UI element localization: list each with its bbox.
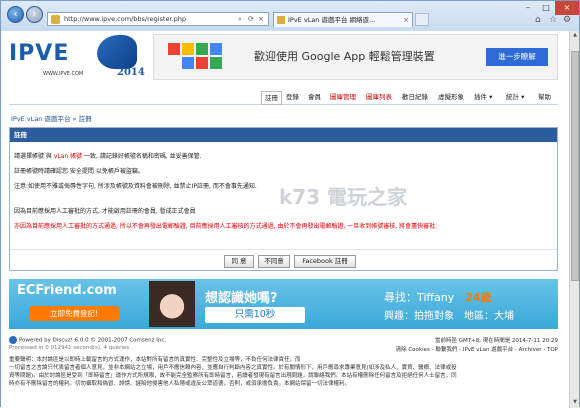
menu-plugins[interactable]: 插件 ▾	[471, 91, 495, 103]
menu-avatar[interactable]: 虛擬形象	[435, 91, 467, 103]
address-bar[interactable]: http://www.ipve.com/bbs/register.php ⌕ ⟳…	[47, 12, 269, 26]
ad-question: 想認識她嗎?	[205, 291, 278, 306]
banner-text: 歡迎使用 Google App 輕鬆管理裝置	[254, 50, 435, 63]
powered-by[interactable]: Powered by Discuz! 6.0.0 © 2001-2007 Com…	[9, 336, 166, 344]
google-ad-banner[interactable]: 歡迎使用 Google App 輕鬆管理裝置 進一步瞭解	[153, 34, 558, 80]
url-text: http://www.ipve.com/bbs/register.php	[64, 15, 186, 23]
free-register-button[interactable]: 立即免費登記!	[29, 306, 119, 321]
ecfriend-logo: ECFriend.com	[17, 283, 117, 298]
google-app-icon	[210, 57, 222, 69]
horse-logo-icon	[97, 35, 137, 69]
close-window-icon[interactable]: ×	[555, 1, 579, 15]
browser-tab[interactable]: IPvE vLan 遊戲平台 網絡遊... ×	[273, 12, 413, 27]
back-arrow-icon[interactable]: ‹	[7, 6, 24, 23]
menu-daily-log[interactable]: 歡日紀錄	[399, 91, 431, 103]
timezone-info: 當前時區 GMT+8, 現在時間是 2014-7-11 20:29	[434, 338, 558, 344]
close-icon[interactable]: ×	[258, 15, 264, 24]
tab-title: IPvE vLan 遊戲平台 網絡遊...	[288, 16, 376, 24]
menu-help[interactable]: 幫助	[535, 91, 554, 103]
notice-line-5: 亦因為目前應採用人工審批的方式通過, 所以不會再發出電郵驗證, 目前應採用人工審…	[14, 223, 437, 230]
ad-tags: 興趣：拍拖對象 地區：大埔	[384, 311, 514, 322]
google-app-icon	[182, 57, 194, 69]
google-app-icon	[168, 43, 180, 55]
logo-text: IPVE	[9, 41, 70, 66]
tab-favicon	[277, 16, 285, 24]
breadcrumb[interactable]: IPvE vLan 遊戲平台 » 註冊	[11, 113, 92, 123]
scroll-thumb[interactable]	[571, 51, 579, 281]
main-menu: 註冊 登錄 會員 圖庫管理 圖庫列表 歡日紀錄 虛擬形象 插件 ▾ 統計 ▾ 幫…	[9, 88, 558, 105]
menu-login[interactable]: 登錄	[283, 91, 302, 103]
new-tab-button[interactable]	[415, 13, 429, 26]
notice-line-3: 注意:如使用不雅或侮辱性字句, 所涉及帳號及資料會被刪除, 並禁止IP註冊, 而…	[14, 183, 257, 190]
browser-window: ‹ › http://www.ipve.com/bbs/register.php…	[0, 0, 580, 408]
menu-register[interactable]: 註冊	[261, 91, 282, 105]
ecfriend-ad[interactable]: ECFriend.com 立即免費登記! 想認識她嗎? 只需10秒 尋找：Tif…	[9, 279, 558, 329]
search-icon[interactable]: ⌕	[238, 15, 242, 24]
google-app-icon	[182, 43, 194, 55]
menu-gallery-manage[interactable]: 圖庫管理	[327, 91, 359, 103]
register-buttons: 同 意 不同意 Facebook 註冊	[10, 249, 557, 272]
agree-button[interactable]: 同 意	[224, 255, 254, 268]
ad-find: 尋找：Tiffany 24歲	[384, 291, 492, 304]
vertical-scrollbar[interactable]: ▲ ▼	[569, 31, 579, 408]
disclaimer-line: 時亦有不刪除留言的權利。切勿攝取和偽冒、誹謗、誣陷他侵害他人私隱或違反公眾道德，…	[9, 381, 351, 387]
learn-more-button[interactable]: 進一步瞭解	[486, 48, 548, 66]
maximize-icon[interactable]: □	[537, 1, 555, 15]
page-content: IPVE WWW.IPVE.COM 2014 歡迎使用 Google App 輕…	[1, 31, 569, 408]
notice-line-1: 請選擇帳號 與 vLan 帳號 一致, 請記錄好帳號名稱和密碼, 並妥善保管.	[14, 153, 202, 160]
menu-gallery-list[interactable]: 圖庫列表	[363, 91, 395, 103]
profile-photo	[149, 281, 195, 327]
processed-info: Processed in 0.012941 second(s), 4 queri…	[9, 345, 131, 351]
footer-links[interactable]: 清除 Cookies - 聯繫我們 - IPvE vLan 遊戲平台 - Arc…	[396, 345, 558, 353]
browser-toolbar: ‹ › http://www.ipve.com/bbs/register.php…	[1, 1, 579, 31]
site-favicon	[51, 15, 60, 24]
facebook-register-button[interactable]: Facebook 註冊	[294, 255, 356, 268]
ad-time: 只需10秒	[205, 307, 305, 323]
logo-url: WWW.IPVE.COM	[43, 71, 84, 77]
disclaimer-line: 重要聲明：本討論區是以即時上載留言的方式運作，本站對所有留言的真實性、完整性及立…	[9, 357, 301, 363]
refresh-icon[interactable]: ⟳	[248, 15, 254, 24]
settings-gear-icon[interactable]: ⚙	[563, 15, 571, 25]
favorites-star-icon[interactable]: ☆	[549, 15, 557, 25]
logo-year: 2014	[117, 67, 145, 78]
disclaimer-line: 資等問題)。由於討論區是受到「即時留言」運作方式所規限，故不能完全監察所有即時留…	[9, 373, 457, 379]
notice-line-2: 註冊帳號時請確認您 安全提問 以免帳戶被盜竊。	[14, 168, 144, 175]
menu-members[interactable]: 會員	[305, 91, 324, 103]
google-app-icon	[196, 43, 208, 55]
watermark: k73 電玩之家	[279, 185, 408, 209]
scroll-down-icon[interactable]: ▼	[571, 399, 579, 407]
forward-arrow-icon[interactable]: ›	[26, 6, 43, 23]
menu-stats[interactable]: 統計 ▾	[503, 91, 527, 103]
site-logo[interactable]: IPVE WWW.IPVE.COM 2014	[9, 35, 151, 81]
scroll-up-icon[interactable]: ▲	[571, 32, 579, 40]
disclaimer-line: 一切留言之言論只代表留言者個人意見，並非本網站之立場，用戶不應信賴內容，並應自行…	[9, 365, 457, 371]
google-app-icon	[196, 57, 208, 69]
tab-close-icon[interactable]: ×	[403, 13, 409, 27]
google-app-icon	[210, 43, 222, 55]
home-icon[interactable]: ⌂	[535, 15, 541, 25]
minimize-icon[interactable]: –	[519, 1, 537, 15]
discuz-logo-icon	[9, 336, 17, 344]
footer: Powered by Discuz! 6.0.0 © 2001-2007 Com…	[9, 336, 558, 408]
disagree-button[interactable]: 不同意	[258, 255, 290, 268]
register-header: 註冊	[10, 128, 557, 142]
notice-line-4: 因為目前應採用人工審批的方式, 才能啟用註冊的會員, 暫成正式會員	[14, 208, 196, 215]
